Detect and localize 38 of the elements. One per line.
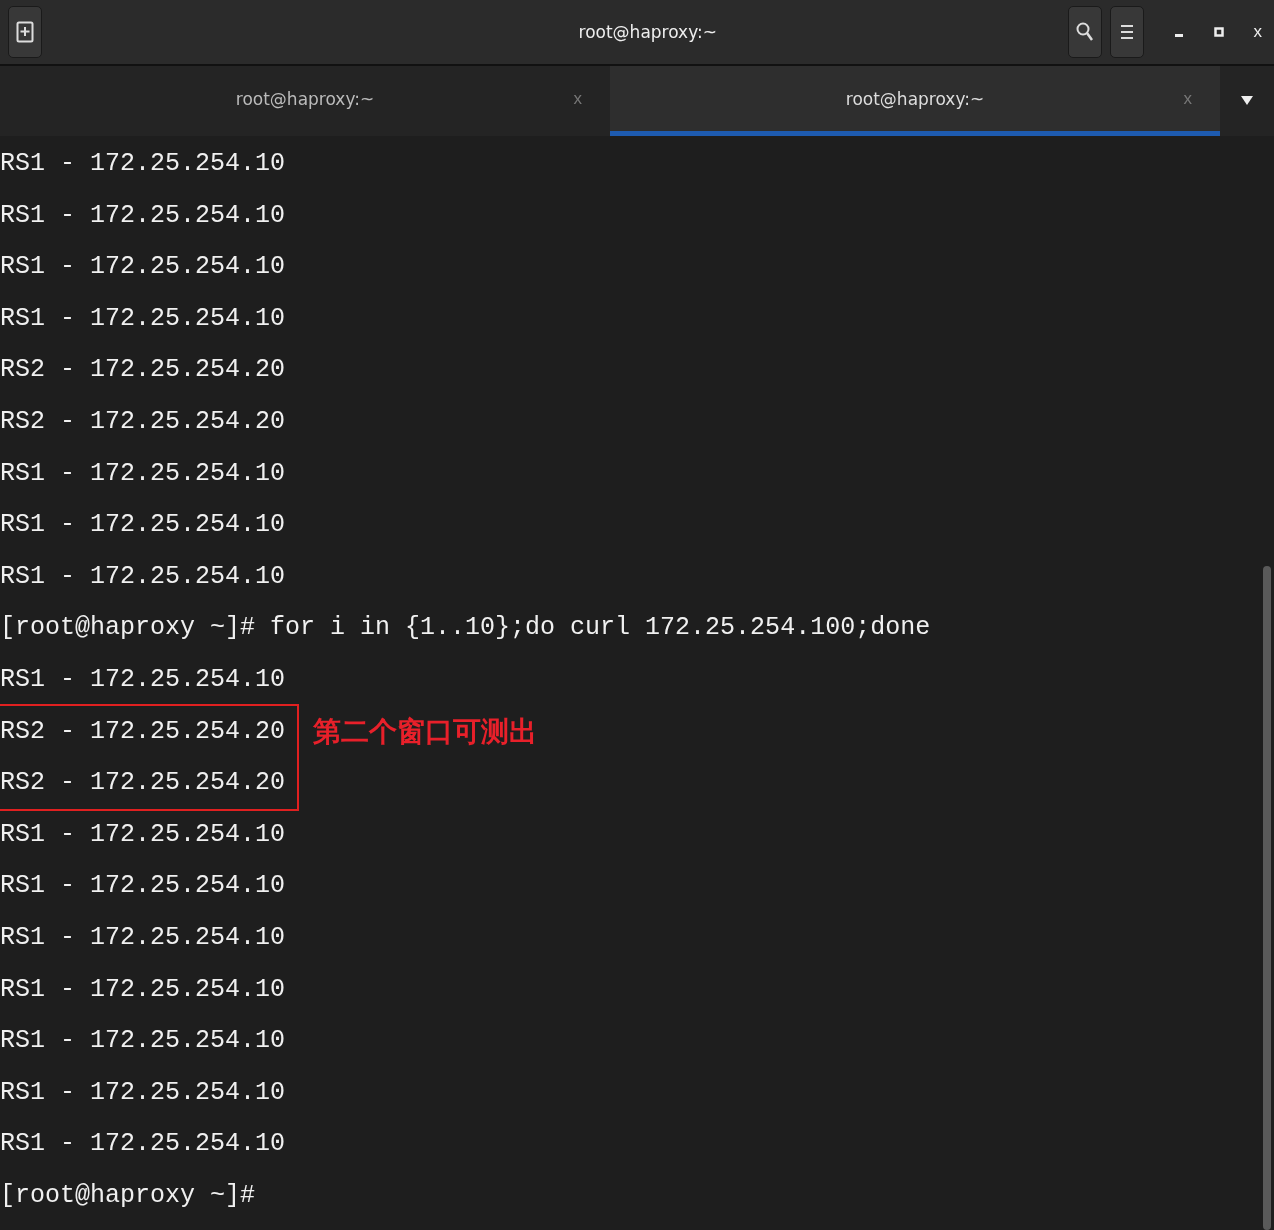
terminal-line: RS1 - 172.25.254.10 [0, 251, 287, 284]
terminal-line: RS1 - 172.25.254.10 [0, 560, 287, 593]
search-button[interactable] [1067, 6, 1102, 58]
terminal-line: RS2 - 172.25.254.20 [0, 715, 286, 748]
terminal-line: RS1 - 172.25.254.10 [0, 1128, 286, 1161]
terminal-line: RS1 - 172.25.254.10 [0, 921, 286, 954]
terminal-line: RS2 - 172.25.254.20 [0, 405, 287, 438]
new-tab-button[interactable] [8, 6, 42, 58]
terminal-line: RS2 - 172.25.254.20 [0, 354, 287, 387]
terminal-line: RS1 - 172.25.254.10 [0, 663, 287, 696]
terminal-line: RS1 - 172.25.254.10 [0, 457, 287, 490]
menu-icon [1119, 24, 1134, 40]
tab-close-button[interactable]: x [567, 87, 588, 110]
close-button[interactable]: x [1249, 22, 1266, 42]
terminal-line: [root@haproxy ~]# [0, 1179, 257, 1212]
window-title: root@haproxy:~ [577, 22, 718, 42]
tab-label: root@haproxy:~ [235, 88, 375, 109]
tab[interactable]: root@haproxy:~ x [0, 66, 610, 136]
terminal-line: RS1 - 172.25.254.10 [0, 973, 286, 1006]
maximize-icon[interactable] [1213, 27, 1224, 37]
search-icon [1075, 22, 1094, 42]
menu-button[interactable] [1109, 6, 1144, 58]
terminal-line: RS1 - 172.25.254.10 [0, 870, 286, 903]
dropdown-caret-icon[interactable] [1241, 96, 1253, 106]
tab[interactable]: root@haproxy:~ x [610, 66, 1220, 136]
terminal-line: RS1 - 172.25.254.10 [0, 302, 287, 335]
terminal-line: RS1 - 172.25.254.10 [0, 818, 286, 851]
terminal-line: RS1 - 172.25.254.10 [0, 509, 287, 542]
terminal-line: RS2 - 172.25.254.20 [0, 767, 286, 800]
terminal-line: RS1 - 172.25.254.10 [0, 148, 287, 180]
tab-label: root@haproxy:~ [845, 88, 985, 109]
terminal-line: RS1 - 172.25.254.10 [0, 1076, 286, 1109]
terminal-line: RS1 - 172.25.254.10 [0, 199, 287, 232]
scrollbar-thumb[interactable] [1263, 566, 1271, 1230]
new-tab-icon [16, 21, 34, 43]
terminal-line: [root@haproxy ~]# for i in {1..10};do curl 172.25.254.100;done [0, 612, 931, 645]
annotation-text: 第二个窗口可测出 [313, 714, 538, 751]
terminal-line: RS1 - 172.25.254.10 [0, 1025, 286, 1058]
